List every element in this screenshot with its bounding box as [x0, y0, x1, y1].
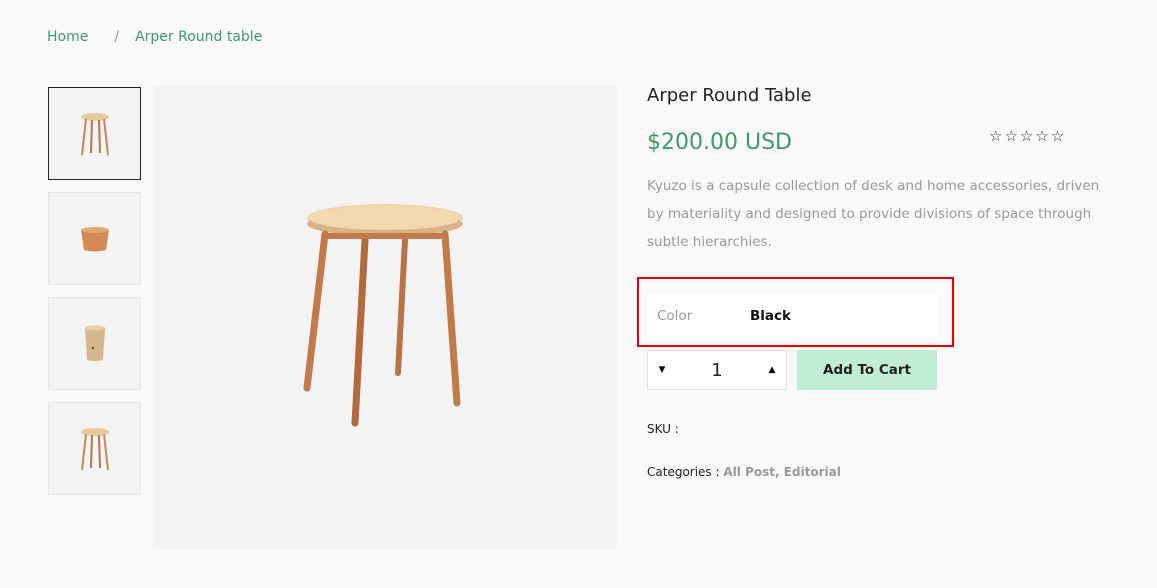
breadcrumb: Home / Arper Round table — [47, 27, 262, 47]
variant-label: Color — [657, 307, 693, 324]
sku-row: SKU : — [647, 422, 679, 436]
table-thumbnail-icon — [80, 427, 109, 470]
sku-label: SKU : — [647, 422, 679, 436]
main-product-image — [153, 86, 617, 549]
color-variant-selector[interactable]: Color Black — [647, 295, 939, 336]
product-title: Arper Round Table — [647, 85, 812, 106]
thumbnail-2[interactable] — [48, 192, 141, 285]
category-separator: , — [774, 465, 784, 479]
quantity-value[interactable]: 1 — [676, 360, 758, 381]
thumbnail-3[interactable] — [48, 297, 141, 390]
variant-value: Black — [750, 307, 792, 324]
breadcrumb-separator: / — [114, 29, 120, 45]
thumbnail-1[interactable] — [48, 87, 141, 180]
table-thumbnail-icon — [80, 112, 109, 155]
product-price: $200.00 USD — [647, 130, 792, 155]
breadcrumb-current-link[interactable]: Arper Round table — [135, 29, 262, 45]
rating-stars-icon[interactable]: ☆☆☆☆☆ — [989, 127, 1066, 145]
category-link-editorial[interactable]: Editorial — [784, 465, 841, 479]
thumbnail-list — [48, 87, 141, 507]
add-to-cart-button[interactable]: Add To Cart — [797, 350, 937, 390]
category-link-all-post[interactable]: All Post — [723, 465, 775, 479]
quantity-increase-icon[interactable]: ▲ — [758, 351, 786, 389]
bowl-thumbnail-icon — [80, 226, 109, 251]
thumbnail-4[interactable] — [48, 402, 141, 495]
quantity-decrease-icon[interactable]: ▼ — [648, 351, 676, 389]
cup-thumbnail-icon — [84, 325, 105, 361]
quantity-stepper: ▼ 1 ▲ — [647, 350, 787, 390]
categories-row: Categories : All Post, Editorial — [647, 465, 841, 479]
breadcrumb-home-link[interactable]: Home — [47, 29, 88, 45]
round-stool-table-image — [303, 203, 463, 426]
product-description: Kyuzo is a capsule collection of desk an… — [647, 178, 1100, 250]
categories-label: Categories : — [647, 465, 720, 479]
